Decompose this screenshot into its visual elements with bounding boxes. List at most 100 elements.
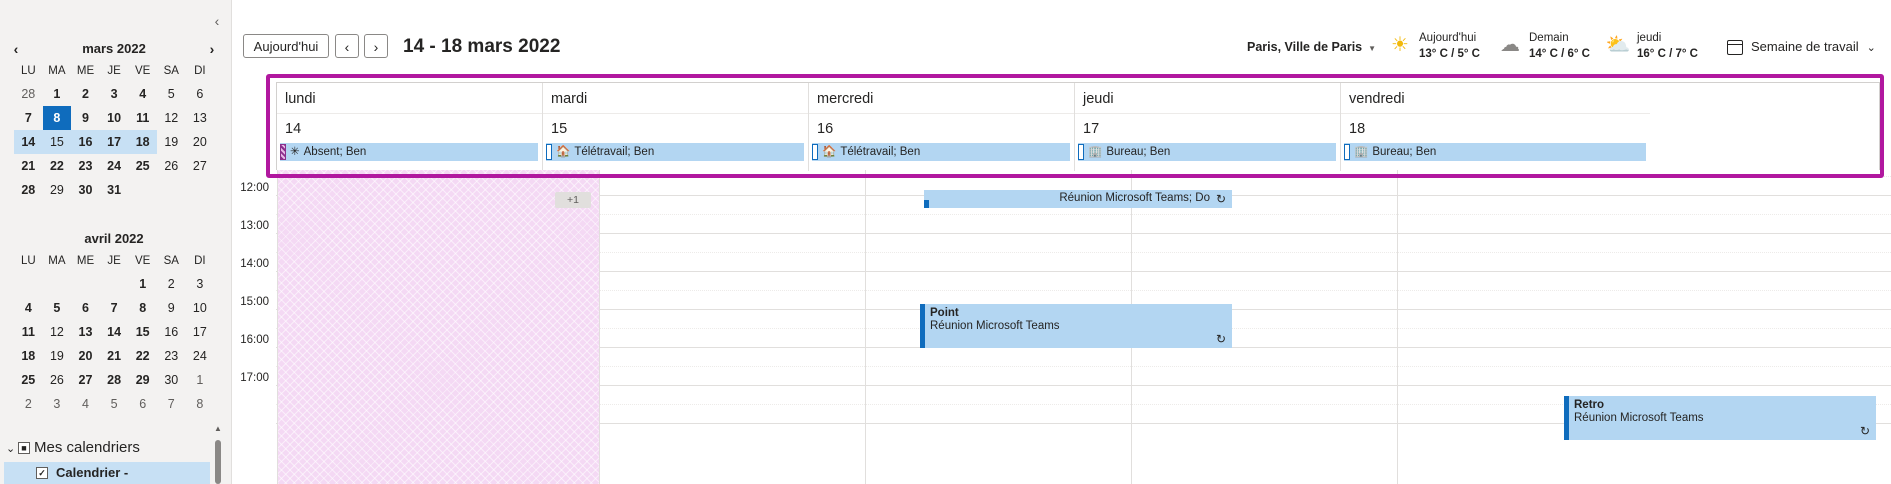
mini-calendar-day[interactable]: 21 <box>100 344 129 368</box>
event-point[interactable]: Point Réunion Microsoft Teams ↻ <box>920 304 1232 348</box>
scrollbar-thumb[interactable] <box>215 440 221 484</box>
mini-calendar-day[interactable]: 25 <box>128 154 157 178</box>
mini-calendar-day[interactable]: 27 <box>71 368 100 392</box>
day-column-header[interactable]: lundi 14 ✳ Absent; Ben <box>277 83 542 171</box>
mini-calendar-day[interactable]: 4 <box>14 296 43 320</box>
mini-calendar-day[interactable]: 6 <box>186 82 215 106</box>
mini-calendar-day[interactable]: 18 <box>128 130 157 154</box>
mini-calendar-day[interactable]: 7 <box>100 296 129 320</box>
mini-calendar-day[interactable]: 10 <box>186 296 215 320</box>
mini-calendar-day[interactable]: 6 <box>71 296 100 320</box>
mini-calendar-day[interactable]: 2 <box>71 82 100 106</box>
mini-calendar-day[interactable]: 30 <box>71 178 100 202</box>
all-day-event[interactable]: 🏢 Bureau; Ben <box>1344 143 1646 161</box>
mini-calendar-day[interactable]: 17 <box>99 130 129 154</box>
group-checkbox[interactable]: ■ <box>18 442 30 455</box>
mini-calendar-day[interactable]: 10 <box>100 106 129 130</box>
mini-calendar-day[interactable]: 15 <box>42 130 72 154</box>
mini-calendar-day[interactable]: 9 <box>71 106 100 130</box>
mini-calendar-next-button[interactable]: › <box>202 38 222 60</box>
mini-calendar-day[interactable]: 20 <box>186 130 215 154</box>
mini-calendar-day[interactable]: 26 <box>43 368 72 392</box>
previous-week-button[interactable]: ‹ <box>335 34 359 58</box>
mini-calendar-day[interactable]: 31 <box>100 178 129 202</box>
mini-calendar-day[interactable]: 7 <box>157 392 186 416</box>
mini-calendar-day[interactable]: 13 <box>71 320 100 344</box>
mini-calendar-today[interactable]: 8 <box>42 106 72 130</box>
calendar-list-item[interactable]: ✓ Calendrier - <box>4 462 210 484</box>
mini-calendar-day[interactable]: 9 <box>157 296 186 320</box>
all-day-event[interactable]: 🏠 Télétravail; Ben <box>546 143 804 161</box>
mini-calendar-day[interactable]: 16 <box>157 320 186 344</box>
mini-calendar-day[interactable]: 25 <box>14 368 43 392</box>
mini-calendar-day[interactable]: 24 <box>100 154 129 178</box>
mini-calendar-day[interactable]: 12 <box>43 320 72 344</box>
mini-calendar-day[interactable]: 5 <box>100 392 129 416</box>
mini-calendar-day[interactable]: 30 <box>157 368 186 392</box>
mini-calendar-day[interactable]: 14 <box>14 130 43 154</box>
next-week-button[interactable]: › <box>364 34 388 58</box>
mini-calendar-day[interactable]: 19 <box>157 130 186 154</box>
mini-calendar-day[interactable]: 8 <box>186 392 215 416</box>
mini-calendar-day[interactable]: 13 <box>186 106 215 130</box>
mini-calendar-day[interactable]: 4 <box>71 392 100 416</box>
event-teams-meeting[interactable]: Réunion Microsoft Teams; Do ↻ <box>924 190 1232 208</box>
view-selector[interactable]: Semaine de travail ⌄ <box>1727 36 1876 58</box>
mini-calendar-day[interactable]: 3 <box>186 272 215 296</box>
mini-calendar-day[interactable]: 16 <box>71 130 100 154</box>
scroll-up-icon[interactable]: ▲ <box>214 424 222 433</box>
mini-calendar-day[interactable]: 21 <box>14 154 43 178</box>
mini-calendar-day[interactable]: 20 <box>71 344 100 368</box>
mini-calendar-day[interactable]: 22 <box>128 344 157 368</box>
day-column-header[interactable]: jeudi 17 🏢 Bureau; Ben <box>1074 83 1340 171</box>
day-column-header[interactable]: vendredi 18 🏢 Bureau; Ben <box>1340 83 1650 171</box>
mini-calendar-day[interactable]: 29 <box>128 368 157 392</box>
calendar-checkbox[interactable]: ✓ <box>36 467 48 479</box>
out-of-office-block[interactable] <box>278 170 599 484</box>
mini-calendar-day[interactable]: 14 <box>100 320 129 344</box>
mini-calendar-day[interactable]: 1 <box>43 82 72 106</box>
mini-calendar-day[interactable]: 3 <box>43 392 72 416</box>
pane-scrollbar[interactable]: ▲ <box>214 424 222 484</box>
mini-calendar-day[interactable]: 7 <box>14 106 43 130</box>
mini-calendar-day[interactable]: 27 <box>186 154 215 178</box>
mini-calendar-day[interactable]: 26 <box>157 154 186 178</box>
day-column-header[interactable]: mardi 15 🏠 Télétravail; Ben <box>542 83 808 171</box>
day-column-header[interactable]: mercredi 16 🏠 Télétravail; Ben <box>808 83 1074 171</box>
collapse-pane-button[interactable]: ‹ <box>206 10 228 32</box>
mini-calendar-day[interactable]: 28 <box>14 82 43 106</box>
weather-location-selector[interactable]: Paris, Ville de Paris ▼ <box>1247 40 1376 54</box>
mini-calendar-day[interactable]: 29 <box>43 178 72 202</box>
mini-calendar-day[interactable]: 18 <box>14 344 43 368</box>
mini-calendar-day[interactable]: 11 <box>14 320 43 344</box>
all-day-event[interactable]: ✳ Absent; Ben <box>280 143 538 161</box>
mini-calendar-day[interactable]: 23 <box>71 154 100 178</box>
my-calendars-header[interactable]: ⌄ ■ Mes calendriers <box>0 436 231 460</box>
mini-calendar-day[interactable]: 1 <box>128 272 157 296</box>
mini-calendar-day[interactable]: 15 <box>128 320 157 344</box>
all-day-event[interactable]: 🏢 Bureau; Ben <box>1078 143 1336 161</box>
mini-calendar-day[interactable]: 6 <box>128 392 157 416</box>
mini-calendar-day[interactable]: 3 <box>100 82 129 106</box>
today-button[interactable]: Aujourd'hui <box>243 34 329 58</box>
mini-calendar-day[interactable]: 11 <box>128 106 157 130</box>
mini-calendar-day[interactable]: 4 <box>128 82 157 106</box>
mini-calendar-day[interactable]: 12 <box>157 106 186 130</box>
mini-calendar-day[interactable]: 1 <box>186 368 215 392</box>
mini-calendar-day[interactable]: 23 <box>157 344 186 368</box>
more-events-badge[interactable]: +1 <box>555 192 591 208</box>
mini-calendar-day[interactable]: 28 <box>100 368 129 392</box>
all-day-event[interactable]: 🏠 Télétravail; Ben <box>812 143 1070 161</box>
mini-calendar-day[interactable]: 2 <box>14 392 43 416</box>
mini-calendar-prev-button[interactable]: ‹ <box>6 38 26 60</box>
mini-calendar-day[interactable]: 19 <box>43 344 72 368</box>
mini-calendar-day[interactable]: 5 <box>157 82 186 106</box>
mini-calendar-day[interactable]: 17 <box>186 320 215 344</box>
mini-calendar-day[interactable]: 2 <box>157 272 186 296</box>
mini-calendar-day[interactable]: 22 <box>43 154 72 178</box>
mini-calendar-day[interactable]: 5 <box>43 296 72 320</box>
event-retro[interactable]: Retro Réunion Microsoft Teams ↻ <box>1564 396 1876 440</box>
mini-calendar-day[interactable]: 8 <box>128 296 157 320</box>
mini-calendar-day[interactable]: 28 <box>14 178 43 202</box>
mini-calendar-day[interactable]: 24 <box>186 344 215 368</box>
